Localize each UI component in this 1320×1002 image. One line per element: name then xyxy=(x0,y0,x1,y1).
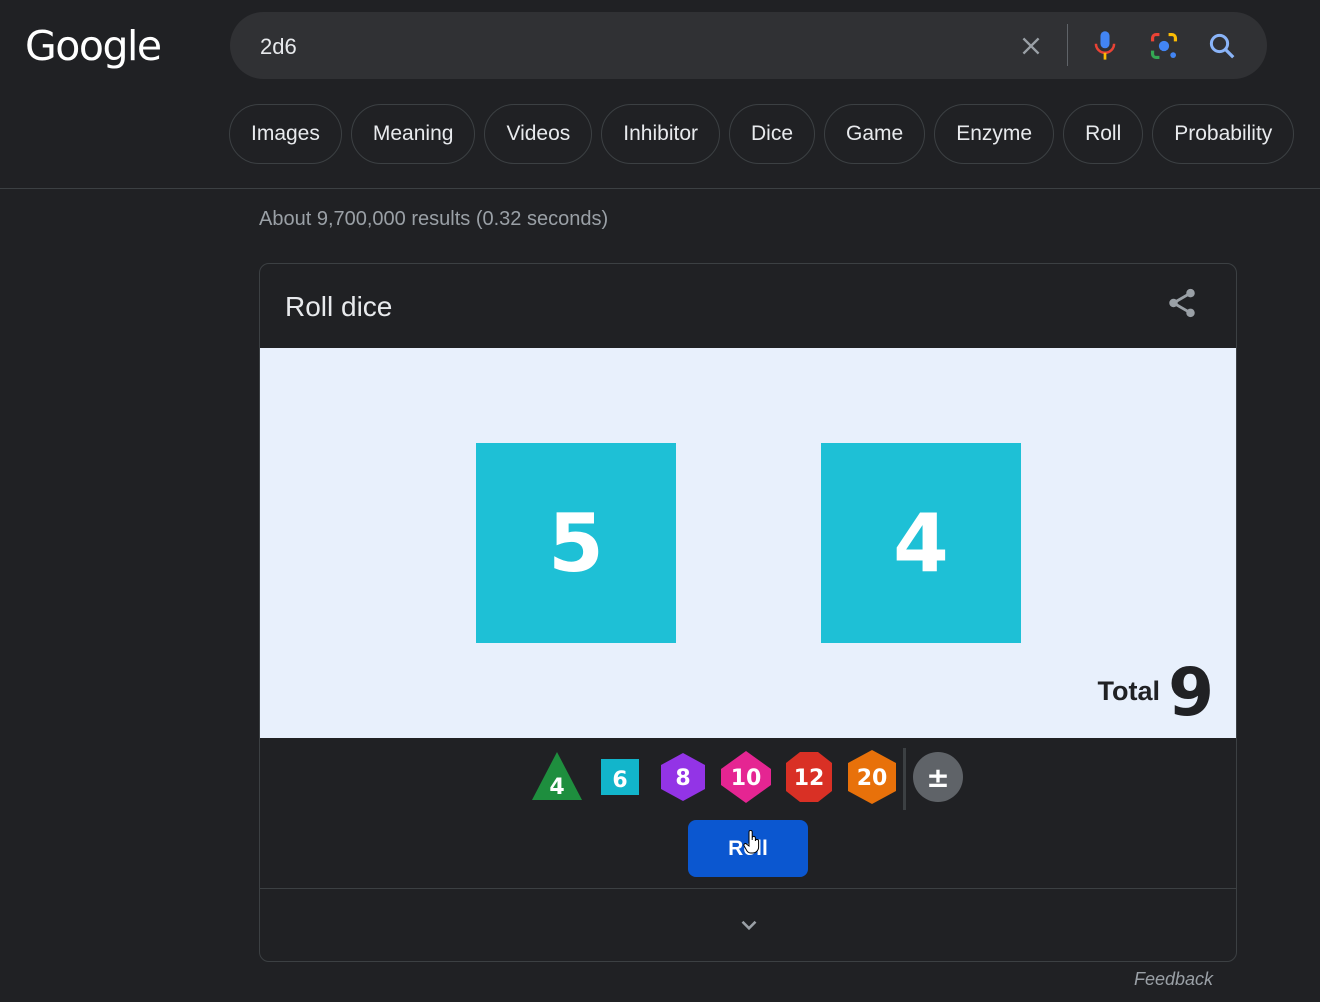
header-divider xyxy=(0,188,1320,189)
dice-type-picker: 4 6 8 10 12 20 ± xyxy=(260,748,1236,810)
chip-probability[interactable]: Probability xyxy=(1152,104,1295,164)
chip-images[interactable]: Images xyxy=(229,104,342,164)
card-title: Roll dice xyxy=(285,291,393,322)
search-separator xyxy=(1067,24,1068,66)
dice-roller-card: Roll dice 5 4 Total 9 4 6 8 10 12 20 ± xyxy=(259,263,1237,962)
result-stats: About 9,700,000 results (0.32 seconds) xyxy=(259,208,609,230)
feedback-link[interactable]: Feedback xyxy=(1134,969,1213,990)
microphone-icon[interactable] xyxy=(1088,27,1122,65)
d4-label: 4 xyxy=(549,775,564,800)
chip-dice[interactable]: Dice xyxy=(729,104,816,164)
d12-button[interactable]: 12 xyxy=(781,748,837,806)
search-icon[interactable] xyxy=(1204,27,1240,65)
search-input[interactable]: 2d6 xyxy=(260,34,297,60)
d8-button[interactable]: 8 xyxy=(655,748,711,806)
die-result: 4 xyxy=(821,443,1021,643)
total-value: 9 xyxy=(1168,654,1214,731)
d10-label: 10 xyxy=(731,766,762,791)
google-logo[interactable]: Google xyxy=(25,22,162,70)
dice-display: 5 4 Total 9 xyxy=(260,348,1236,738)
chip-roll[interactable]: Roll xyxy=(1063,104,1144,164)
d20-label: 20 xyxy=(857,766,888,791)
search-chips: Images Meaning Videos Inhibitor Dice Gam… xyxy=(229,104,1303,164)
d20-button[interactable]: 20 xyxy=(844,748,900,806)
clear-icon[interactable] xyxy=(1014,29,1048,63)
google-lens-icon[interactable] xyxy=(1146,27,1182,65)
d10-button[interactable]: 10 xyxy=(718,748,774,806)
chevron-down-icon[interactable] xyxy=(736,912,762,938)
chip-game[interactable]: Game xyxy=(824,104,926,164)
d6-label: 6 xyxy=(612,768,627,793)
card-divider xyxy=(260,888,1236,889)
modifier-button[interactable]: ± xyxy=(910,748,966,806)
chip-meaning[interactable]: Meaning xyxy=(350,104,476,164)
d6-button[interactable]: 6 xyxy=(592,748,648,806)
hand-cursor-icon xyxy=(743,829,761,854)
die-result: 5 xyxy=(476,443,676,643)
share-icon[interactable] xyxy=(1165,286,1201,322)
chip-videos[interactable]: Videos xyxy=(484,104,593,164)
d4-button[interactable]: 4 xyxy=(529,748,585,806)
total-label: Total xyxy=(1097,676,1161,706)
modifier-label: ± xyxy=(926,761,949,794)
d12-label: 12 xyxy=(794,766,825,791)
d8-label: 8 xyxy=(675,766,690,791)
chip-inhibitor[interactable]: Inhibitor xyxy=(601,104,720,164)
chip-enzyme[interactable]: Enzyme xyxy=(934,104,1055,164)
picker-divider xyxy=(903,748,906,810)
search-bar[interactable]: 2d6 xyxy=(230,12,1267,79)
